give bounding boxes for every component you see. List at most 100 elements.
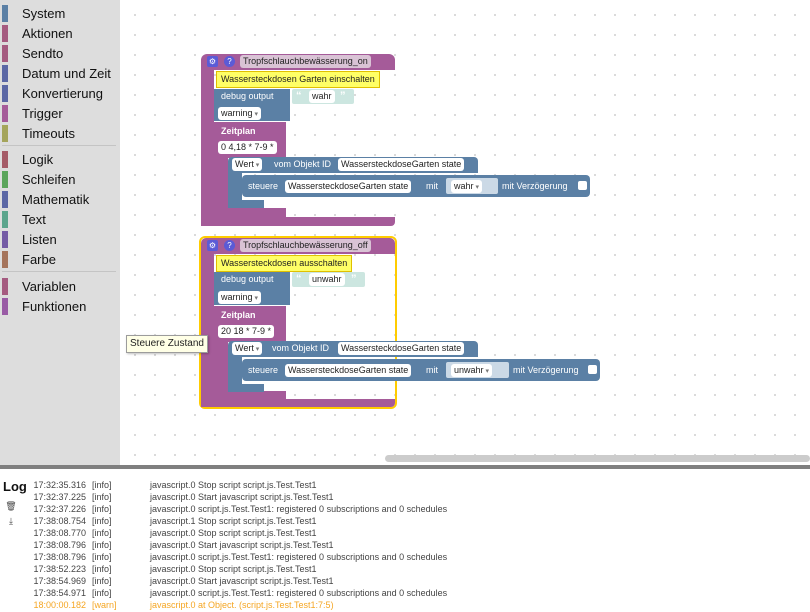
category-color [2,4,8,22]
category-timeouts[interactable]: Timeouts [2,124,75,142]
quote-close-icon: ” [351,273,357,285]
category-color [2,170,8,188]
category-label: System [22,5,66,21]
category-color [2,250,8,268]
category-label: Funktionen [22,298,87,314]
block-footer [201,399,395,407]
category-label: Text [22,211,46,227]
category-mathematik[interactable]: Mathematik [2,190,89,208]
category-variablen[interactable]: Variablen [2,277,76,295]
script-name-field[interactable]: Tropfschlauchbewässerung_off [240,239,371,252]
category-label: Logik [22,151,54,167]
trash-icon[interactable]: 🗑 [5,500,17,512]
help-icon[interactable]: ? [224,56,235,67]
category-color [2,190,8,208]
log-level: [info] [92,504,112,514]
category-color [2,104,8,122]
log-message: javascript.0 Start javascript script.js.… [150,492,334,502]
value-type-dropdown[interactable]: Wert [232,158,263,171]
category-schleifen[interactable]: Schleifen [2,170,75,188]
log-row: 17:38:54.969 [info] javascript.0 Start jav… [28,575,334,587]
log-message: javascript.1 Stop script script.js.Test.… [150,516,317,526]
category-logik[interactable]: Logik [2,150,53,168]
log-message: javascript.0 Start javascript script.js.… [150,576,334,586]
category-color [2,124,8,142]
schedule-footer [214,391,286,399]
log-time: 17:38:54.969 [33,576,86,586]
log-row: 17:32:37.225 [info] javascript.0 Start jav… [28,491,334,503]
delay-checkbox[interactable] [588,365,597,374]
category-label: Sendto [22,45,64,61]
category-color [2,84,8,102]
category-aktionen[interactable]: Aktionen [2,24,73,42]
control-value-dropdown[interactable]: wahr [451,180,482,193]
control-object-field[interactable]: WassersteckdoseGarten state [285,364,412,377]
block-spine [201,254,214,407]
category-system[interactable]: System [2,4,65,22]
value-type-dropdown[interactable]: Wert [232,342,263,355]
block-spine [201,70,214,226]
category-datum-und-zeit[interactable]: Datum und Zeit [2,64,111,82]
delay-checkbox[interactable] [578,181,587,190]
debug-value-field[interactable]: wahr [309,90,335,103]
category-label: Datum und Zeit [22,65,111,81]
schedule-label: Zeitplan [221,310,256,320]
log-level: [warn] [92,600,117,610]
log-message: javascript.0 script.js.Test.Test1: regis… [150,552,448,562]
log-message: javascript.0 script.js.Test.Test1: regis… [150,588,448,598]
control-value-dropdown[interactable]: unwahr [451,364,492,377]
log-time: 17:38:54.971 [33,588,86,598]
comment-block[interactable]: Wassersteckdosen Garten einschalten [216,71,380,88]
category-sendto[interactable]: Sendto [2,44,63,62]
log-message: javascript.0 script.js.Test.Test1: regis… [150,504,448,514]
with-label: mit [426,365,438,375]
gear-icon[interactable]: ⚙ [207,56,218,67]
log-level: [info] [92,480,112,490]
category-color [2,230,8,248]
cron-field[interactable]: 20 18 * 7-9 * [218,325,275,338]
control-object-field[interactable]: WassersteckdoseGarten state [285,180,412,193]
category-label: Konvertierung [22,85,103,101]
log-row: 17:38:54.971 [info] javascript.0 script.js… [28,587,447,599]
category-label: Trigger [22,105,63,121]
toolbox-separator [2,145,116,146]
object-id-field[interactable]: WassersteckdoseGarten state [338,342,465,355]
schedule-footer [214,208,286,217]
log-message: javascript.0 at Object. (script.js.Test.… [150,600,334,610]
log-time: 17:32:35.316 [33,480,86,490]
category-konvertierung[interactable]: Konvertierung [2,84,103,102]
object-id-field[interactable]: WassersteckdoseGarten state [338,158,465,171]
comment-block[interactable]: Wassersteckdosen ausschalten [216,255,353,272]
category-color [2,210,8,228]
get-value-spine [228,357,242,386]
get-value-footer [228,384,264,392]
log-time: 17:38:08.754 [33,516,86,526]
log-message: javascript.0 Stop script script.js.Test.… [150,564,317,574]
log-row: 17:38:08.796 [info] javascript.0 Start jav… [28,539,333,551]
log-row: 17:38:08.754 [info] javascript.1 Stop scri… [28,515,317,527]
category-funktionen[interactable]: Funktionen [2,297,86,315]
log-time: 18:00:00.182 [33,600,86,610]
tooltip: Steuere Zustand [126,335,208,353]
gear-icon[interactable]: ⚙ [207,240,218,251]
log-level-dropdown[interactable]: warning [218,107,261,120]
category-trigger[interactable]: Trigger [2,104,63,122]
get-value-footer [228,200,264,208]
help-icon[interactable]: ? [224,240,235,251]
delay-label: mit Verzögerung [502,181,568,191]
category-farbe[interactable]: Farbe [2,250,56,268]
log-level-dropdown[interactable]: warning [218,291,261,304]
toolbox: System Aktionen Sendto Datum und Zeit Ko… [0,0,121,465]
from-object-label: vom Objekt ID [272,343,330,353]
download-icon[interactable]: ⤓ [5,515,17,527]
debug-value-field[interactable]: unwahr [309,273,345,286]
category-label: Aktionen [22,25,73,41]
log-row: 17:38:08.770 [info] javascript.0 Stop scri… [28,527,316,539]
category-color [2,24,8,42]
log-message: javascript.0 Stop script script.js.Test.… [150,480,317,490]
category-text[interactable]: Text [2,210,46,228]
cron-field[interactable]: 0 4,18 * 7-9 * [218,141,277,154]
script-name-field[interactable]: Tropfschlauchbewässerung_on [240,55,371,68]
workspace-horizontal-scrollbar[interactable] [385,455,810,462]
category-listen[interactable]: Listen [2,230,57,248]
